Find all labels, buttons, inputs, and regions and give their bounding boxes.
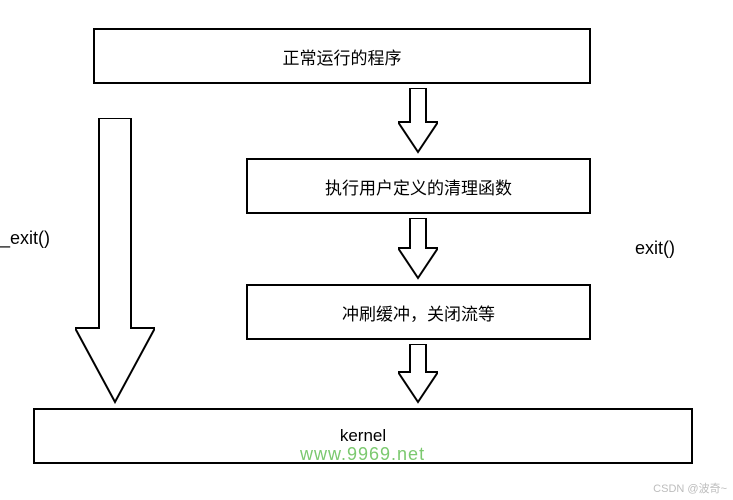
arrow-down-1 xyxy=(398,88,438,154)
box-cleanup: 执行用户定义的清理函数 xyxy=(246,158,591,214)
watermark-center: www.9969.net xyxy=(300,444,425,465)
box-running-program: 正常运行的程序 xyxy=(93,28,591,84)
arrow-down-3 xyxy=(398,344,438,404)
arrow-exit-bypass xyxy=(75,118,155,409)
watermark-corner: CSDN @波奇~ xyxy=(653,480,727,496)
box-cleanup-label: 执行用户定义的清理函数 xyxy=(325,174,512,199)
box-kernel-label: kernel xyxy=(340,426,386,446)
box-flush-label: 冲刷缓冲，关闭流等 xyxy=(342,300,495,325)
watermark-center-text: www.9969.net xyxy=(300,444,425,464)
label-exit-underscore: _exit() xyxy=(0,228,50,249)
label-exit-plain: exit() xyxy=(635,238,675,259)
watermark-corner-text: CSDN @波奇~ xyxy=(653,483,727,495)
box-running-program-label: 正常运行的程序 xyxy=(283,44,402,69)
label-exit-underscore-text: _exit() xyxy=(0,228,50,248)
label-exit-plain-text: exit() xyxy=(635,238,675,258)
arrow-down-2 xyxy=(398,218,438,280)
box-flush: 冲刷缓冲，关闭流等 xyxy=(246,284,591,340)
